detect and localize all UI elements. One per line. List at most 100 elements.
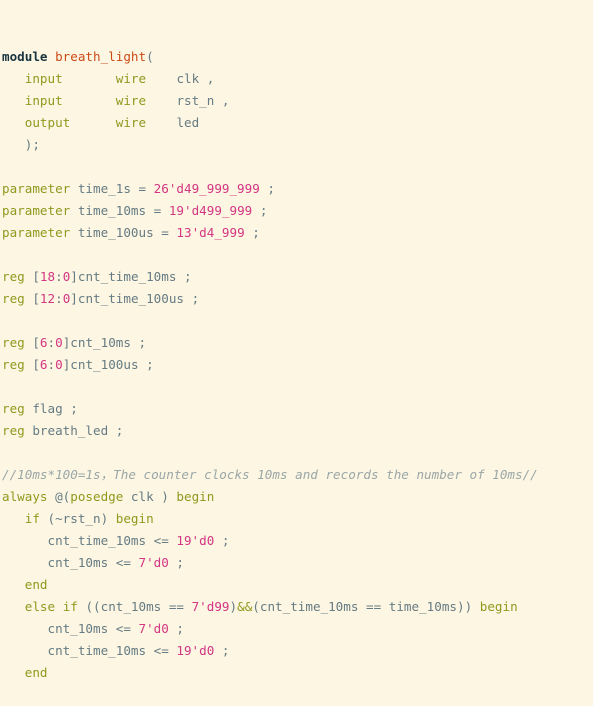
code-token-plain: : (55, 269, 63, 284)
code-token-plain: ((cnt_10ms == (77, 599, 192, 614)
code-token-plain: @( (47, 489, 71, 504)
code-editor-viewport[interactable]: module breath_light( input wire clk , in… (0, 0, 593, 680)
code-lines-container[interactable]: module breath_light( input wire clk , in… (2, 46, 593, 684)
code-token-kw: && (237, 599, 253, 614)
code-token-kw: begin (176, 489, 215, 504)
code-token-kw: reg (2, 335, 25, 350)
code-token-num: 6 (39, 335, 48, 350)
code-line[interactable]: cnt_time_10ms <= 19'd0 ; (2, 530, 593, 552)
code-token-num: 19'd0 (176, 643, 215, 658)
code-token-plain: (cnt_time_10ms == time_10ms)) (252, 599, 480, 614)
code-line[interactable]: if (~rst_n) begin (2, 508, 593, 530)
code-token-plain: ; (168, 621, 184, 636)
code-line[interactable]: input wire clk , (2, 68, 593, 90)
code-token-plain: [ (24, 335, 40, 350)
code-token-plain: flag ; (24, 401, 78, 416)
code-token-plain: [ (24, 357, 40, 372)
code-token-plain: [ (24, 291, 40, 306)
code-token-kw: begin (479, 599, 518, 614)
code-token-num: 6 (39, 357, 48, 372)
code-token-plain: clk , (176, 71, 215, 86)
code-line[interactable]: reg flag ; (2, 398, 593, 420)
code-token-num: 18 (39, 269, 56, 284)
code-line[interactable]: module breath_light( (2, 46, 593, 68)
code-token-num: 7'd0 (138, 621, 169, 636)
code-line[interactable]: output wire led (2, 112, 593, 134)
code-token-plain: : (47, 335, 56, 350)
code-token-num: 26'd49_999_999 (153, 181, 260, 196)
code-token-kw: end (24, 665, 48, 680)
code-line[interactable]: cnt_time_10ms <= 19'd0 ; (2, 640, 593, 662)
code-token-plain: cnt_time_10ms <= (2, 643, 177, 658)
code-token-comment: //10ms*100=1s，The counter clocks 10ms an… (2, 467, 538, 482)
code-token-kw: input (24, 93, 63, 108)
code-token-kw: reg (2, 291, 25, 306)
code-line[interactable]: ); (2, 134, 593, 156)
code-line[interactable]: end (2, 574, 593, 596)
code-line[interactable]: end (2, 662, 593, 684)
code-token-plain: ]cnt_10ms ; (62, 335, 147, 350)
code-token-kw: if (62, 599, 78, 614)
code-line[interactable]: parameter time_1s = 26'd49_999_999 ; (2, 178, 593, 200)
code-line[interactable]: //10ms*100=1s，The counter clocks 10ms an… (2, 464, 593, 486)
code-line[interactable] (2, 156, 593, 178)
code-token-plain: ) (229, 599, 238, 614)
code-token-kw: input (24, 71, 63, 86)
code-line[interactable]: input wire rst_n , (2, 90, 593, 112)
code-line[interactable]: reg [18:0]cnt_time_10ms ; (2, 266, 593, 288)
code-line[interactable] (2, 442, 593, 464)
code-token-plain: ; (259, 181, 275, 196)
code-token-plain: led (176, 115, 200, 130)
code-line[interactable]: reg breath_led ; (2, 420, 593, 442)
code-token-plain: ]cnt_time_100us ; (70, 291, 200, 306)
code-token-kw: wire (115, 71, 147, 86)
code-token-kw: always (2, 489, 48, 504)
code-token-kw: parameter (2, 225, 71, 240)
code-token-punct: ( (146, 49, 154, 64)
code-token-kw: reg (2, 269, 25, 284)
code-token-kw: parameter (2, 181, 71, 196)
code-token-plain: cnt_10ms <= (2, 555, 139, 570)
code-line[interactable]: always @(posedge clk ) begin (2, 486, 593, 508)
code-line[interactable] (2, 376, 593, 398)
code-token-plain: : (55, 291, 63, 306)
code-line[interactable]: reg [6:0]cnt_100us ; (2, 354, 593, 376)
code-token-kw: if (24, 511, 40, 526)
code-line[interactable]: else if ((cnt_10ms == 7'd99)&&(cnt_time_… (2, 596, 593, 618)
code-token-num: 13'd4_999 (176, 225, 245, 240)
code-token-plain: cnt_10ms <= (2, 621, 139, 636)
code-token-plain: time_1s = (70, 181, 154, 196)
code-line[interactable]: parameter time_100us = 13'd4_999 ; (2, 222, 593, 244)
code-token-kw: output (24, 115, 71, 130)
code-token-plain: time_100us = (70, 225, 177, 240)
code-line[interactable] (2, 244, 593, 266)
code-token-kw: posedge (70, 489, 124, 504)
code-line[interactable] (2, 310, 593, 332)
code-line[interactable]: parameter time_10ms = 19'd499_999 ; (2, 200, 593, 222)
code-token-num: 19'd0 (176, 533, 215, 548)
code-line[interactable]: reg [6:0]cnt_10ms ; (2, 332, 593, 354)
code-token-kw: else (24, 599, 56, 614)
code-token-plain: ]cnt_100us ; (62, 357, 154, 372)
code-token-plain: ); (2, 137, 40, 152)
code-token-kw: end (24, 577, 48, 592)
code-token-plain: (~rst_n) (39, 511, 116, 526)
code-token-kw: parameter (2, 203, 71, 218)
code-token-plain: breath_led ; (24, 423, 124, 438)
code-token-plain: ; (214, 643, 230, 658)
code-token-plain: ; (244, 225, 260, 240)
code-token-plain: ; (252, 203, 268, 218)
code-line[interactable]: reg [12:0]cnt_time_100us ; (2, 288, 593, 310)
code-line[interactable]: cnt_10ms <= 7'd0 ; (2, 618, 593, 640)
code-line[interactable]: cnt_10ms <= 7'd0 ; (2, 552, 593, 574)
